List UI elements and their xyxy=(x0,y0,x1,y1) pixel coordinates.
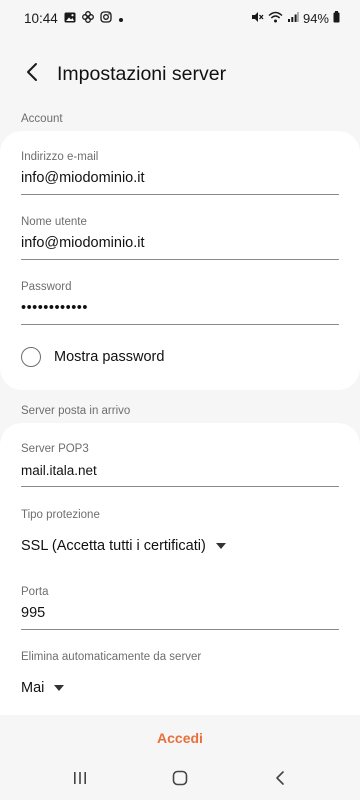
port-label: Porta xyxy=(21,586,49,598)
back-button[interactable] xyxy=(12,55,52,93)
wifi-icon xyxy=(268,11,283,26)
pinwheel-icon xyxy=(81,10,94,26)
mute-icon xyxy=(251,11,264,26)
password-label: Password xyxy=(21,281,72,293)
chevron-down-icon xyxy=(215,543,226,549)
back-arrow-icon xyxy=(26,62,38,87)
show-password-toggle[interactable]: Mostra password xyxy=(21,347,164,367)
server-field[interactable] xyxy=(21,460,339,480)
show-password-label: Mostra password xyxy=(54,349,165,365)
section-label-incoming: Server posta in arrivo xyxy=(21,405,131,417)
security-dropdown[interactable]: SSL (Accetta tutti i certificati) xyxy=(21,538,226,554)
username-label: Nome utente xyxy=(21,216,87,228)
email-label: Indirizzo e-mail xyxy=(21,151,99,163)
login-button[interactable]: Accedi xyxy=(157,730,203,746)
port-field-group: Porta xyxy=(21,586,339,630)
home-icon xyxy=(172,770,188,791)
server-field-group: Server POP3 xyxy=(21,443,339,487)
recents-button[interactable] xyxy=(60,762,100,798)
chevron-down-icon xyxy=(54,685,65,691)
section-label-account: Account xyxy=(21,113,63,125)
security-value: SSL (Accetta tutti i certificati) xyxy=(21,538,206,554)
password-field-group: Password xyxy=(21,281,339,325)
image-icon xyxy=(64,11,76,26)
nav-back-button[interactable] xyxy=(260,762,300,798)
show-password-checkbox[interactable] xyxy=(21,347,41,367)
battery-level: 94% xyxy=(302,10,329,26)
incoming-card: Server POP3 Tipo protezione SSL (Accetta… xyxy=(0,423,360,715)
page-title: Impostazioni server xyxy=(57,62,227,85)
status-right: 94% xyxy=(251,10,340,26)
port-underline xyxy=(21,629,339,630)
nav-bar xyxy=(0,760,360,800)
email-underline xyxy=(21,194,339,195)
bottom-action-bar: Accedi xyxy=(0,715,360,760)
username-underline xyxy=(21,259,339,260)
server-underline xyxy=(21,486,339,487)
delete-label: Elimina automaticamente da server xyxy=(21,651,202,663)
password-field[interactable] xyxy=(21,298,339,318)
server-label: Server POP3 xyxy=(21,443,89,455)
recents-icon xyxy=(72,771,88,790)
dot-icon xyxy=(118,11,124,26)
password-underline xyxy=(21,324,339,325)
instagram-icon xyxy=(100,10,112,26)
username-field-group: Nome utente xyxy=(21,216,339,260)
delete-dropdown[interactable]: Mai xyxy=(21,680,65,696)
status-time: 10:44 xyxy=(24,10,58,26)
home-button[interactable] xyxy=(160,762,200,798)
email-field[interactable] xyxy=(21,168,339,188)
battery-icon xyxy=(333,10,340,26)
security-label: Tipo protezione xyxy=(21,509,100,521)
signal-icon xyxy=(287,11,299,26)
port-field[interactable] xyxy=(21,603,339,623)
back-icon xyxy=(275,770,285,791)
status-bar: 10:44 94% xyxy=(0,0,360,36)
username-field[interactable] xyxy=(21,233,339,253)
header: Impostazioni server xyxy=(0,55,360,93)
status-left: 10:44 xyxy=(24,11,124,26)
delete-value: Mai xyxy=(21,680,45,696)
email-field-group: Indirizzo e-mail xyxy=(21,151,339,195)
